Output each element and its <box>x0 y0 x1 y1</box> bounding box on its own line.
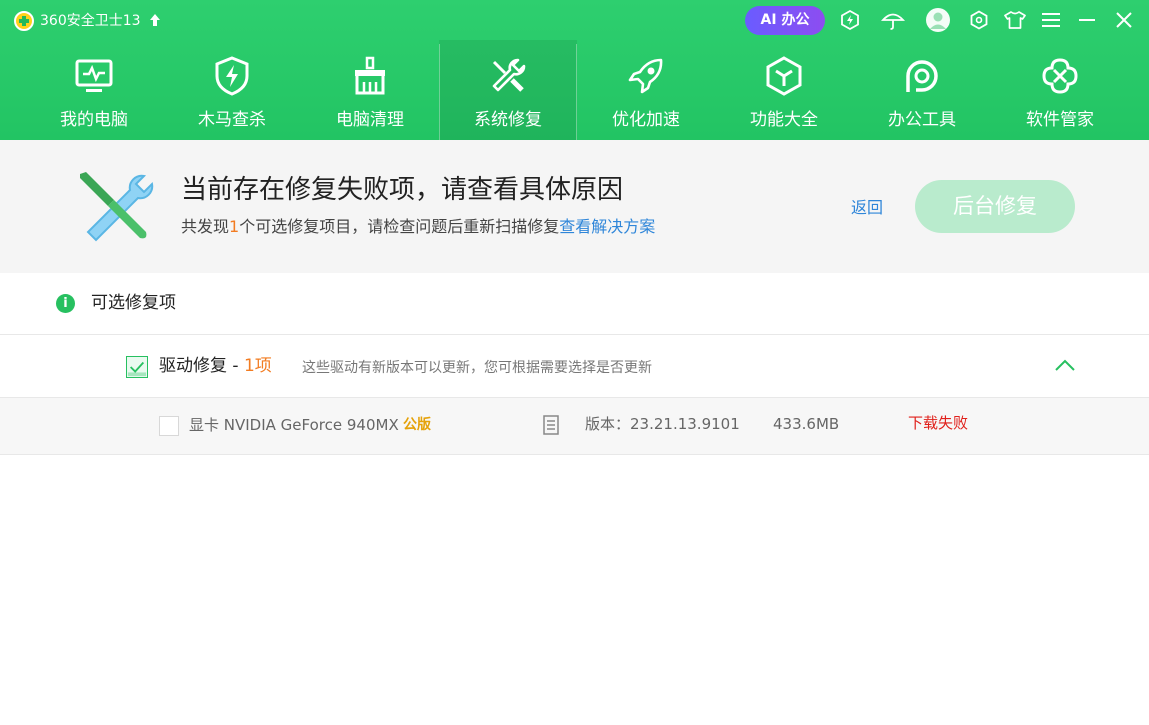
info-icon: i <box>56 294 75 313</box>
nav-item-speedup[interactable]: 优化加速 <box>577 40 715 140</box>
group-checkbox[interactable] <box>126 356 148 378</box>
nav-item-office-tools[interactable]: 办公工具 <box>853 40 991 140</box>
nav-label: 系统修复 <box>474 110 542 130</box>
cube-icon <box>766 56 802 96</box>
group-count: 1项 <box>243 356 272 376</box>
ai-office-button[interactable]: AI 办公 <box>745 6 825 35</box>
group-description: 这些驱动有新版本可以更新，您可根据需要选择是否更新 <box>302 360 652 376</box>
group-separator: - <box>227 356 244 376</box>
list-item[interactable]: 显卡 NVIDIA GeForce 940MX 公版 版本：23.21.13.9… <box>0 398 1149 455</box>
title-bar: 360安全卫士13 AI 办公 <box>0 0 1149 40</box>
subtitle-prefix: 共发现 <box>181 217 230 236</box>
shield-badge-icon[interactable] <box>836 6 864 34</box>
subtitle-middle: 个可选修复项目，请检查问题后重新扫描修复 <box>239 217 560 236</box>
repair-tools-icon <box>80 172 154 242</box>
monitor-icon <box>75 59 113 92</box>
nav-item-my-computer[interactable]: 我的电脑 <box>25 40 163 140</box>
nav-item-cleanup[interactable]: 电脑清理 <box>301 40 439 140</box>
app-window: 360安全卫士13 AI 办公 我的电脑 木马查杀 电脑清理 系统修复 优化加速… <box>0 0 1149 725</box>
menu-icon[interactable] <box>1037 6 1065 34</box>
banner-title: 当前存在修复失败项，请查看具体原因 <box>181 175 624 205</box>
nav-label: 我的电脑 <box>60 110 128 130</box>
nav-item-system-repair[interactable]: 系统修复 <box>439 40 577 140</box>
driver-name: 显卡 NVIDIA GeForce 940MX <box>189 416 399 434</box>
rocket-icon <box>628 58 663 94</box>
avatar-icon[interactable] <box>924 6 952 34</box>
nav-label: 木马查杀 <box>198 110 266 130</box>
public-version-tag: 公版 <box>403 417 431 433</box>
app-logo-icon <box>14 11 34 31</box>
background-repair-button[interactable]: 后台修复 <box>915 180 1075 233</box>
optional-repairs-header: i 可选修复项 <box>0 273 1149 335</box>
item-checkbox[interactable] <box>159 416 179 436</box>
header: 360安全卫士13 AI 办公 我的电脑 木马查杀 电脑清理 系统修复 优化加速… <box>0 0 1149 140</box>
broom-icon <box>355 56 385 95</box>
nav-label: 软件管家 <box>1026 110 1094 130</box>
issue-count: 1 <box>229 217 240 236</box>
view-solution-link[interactable]: 查看解决方案 <box>559 217 655 236</box>
settings-icon[interactable] <box>965 6 993 34</box>
driver-version: 版本：23.21.13.9101 <box>585 415 740 433</box>
document-icon[interactable] <box>543 415 559 435</box>
repair-status-banner: 当前存在修复失败项，请查看具体原因 共发现1个可选修复项目，请检查问题后重新扫描… <box>0 140 1149 273</box>
nav-label: 功能大全 <box>750 110 818 130</box>
nav-item-all-features[interactable]: 功能大全 <box>715 40 853 140</box>
collapse-chevron-icon[interactable] <box>1054 357 1076 373</box>
banner-subtitle: 共发现1个可选修复项目，请检查问题后重新扫描修复查看解决方案 <box>181 215 655 239</box>
close-icon[interactable] <box>1110 6 1138 34</box>
upgrade-arrow-icon[interactable] <box>149 12 161 28</box>
nav-label: 优化加速 <box>612 110 680 130</box>
back-link[interactable]: 返回 <box>851 197 883 219</box>
app-title: 360安全卫士13 <box>40 13 141 29</box>
section-title: 可选修复项 <box>91 293 176 313</box>
nav-item-software-manager[interactable]: 软件管家 <box>991 40 1129 140</box>
driver-repair-group[interactable]: 驱动修复 - 1项 这些驱动有新版本可以更新，您可根据需要选择是否更新 <box>0 335 1149 398</box>
wrench-icon <box>492 58 526 92</box>
nav-label: 办公工具 <box>888 110 956 130</box>
group-title: 驱动修复 - 1项 <box>159 354 272 378</box>
office-p-icon <box>906 60 938 92</box>
driver-size: 433.6MB <box>773 415 840 433</box>
umbrella-icon[interactable] <box>879 6 907 34</box>
group-name: 驱动修复 <box>159 356 227 376</box>
nav-label: 电脑清理 <box>336 110 404 130</box>
nav-item-trojan-scan[interactable]: 木马查杀 <box>163 40 301 140</box>
main-nav: 我的电脑 木马查杀 电脑清理 系统修复 优化加速 功能大全 办公工具 软件管家 <box>0 40 1149 140</box>
minimize-icon[interactable] <box>1073 6 1101 34</box>
skin-icon[interactable] <box>1001 6 1029 34</box>
apps-icon <box>1042 58 1078 94</box>
download-status: 下载失败 <box>908 414 969 432</box>
shield-icon <box>215 56 249 96</box>
